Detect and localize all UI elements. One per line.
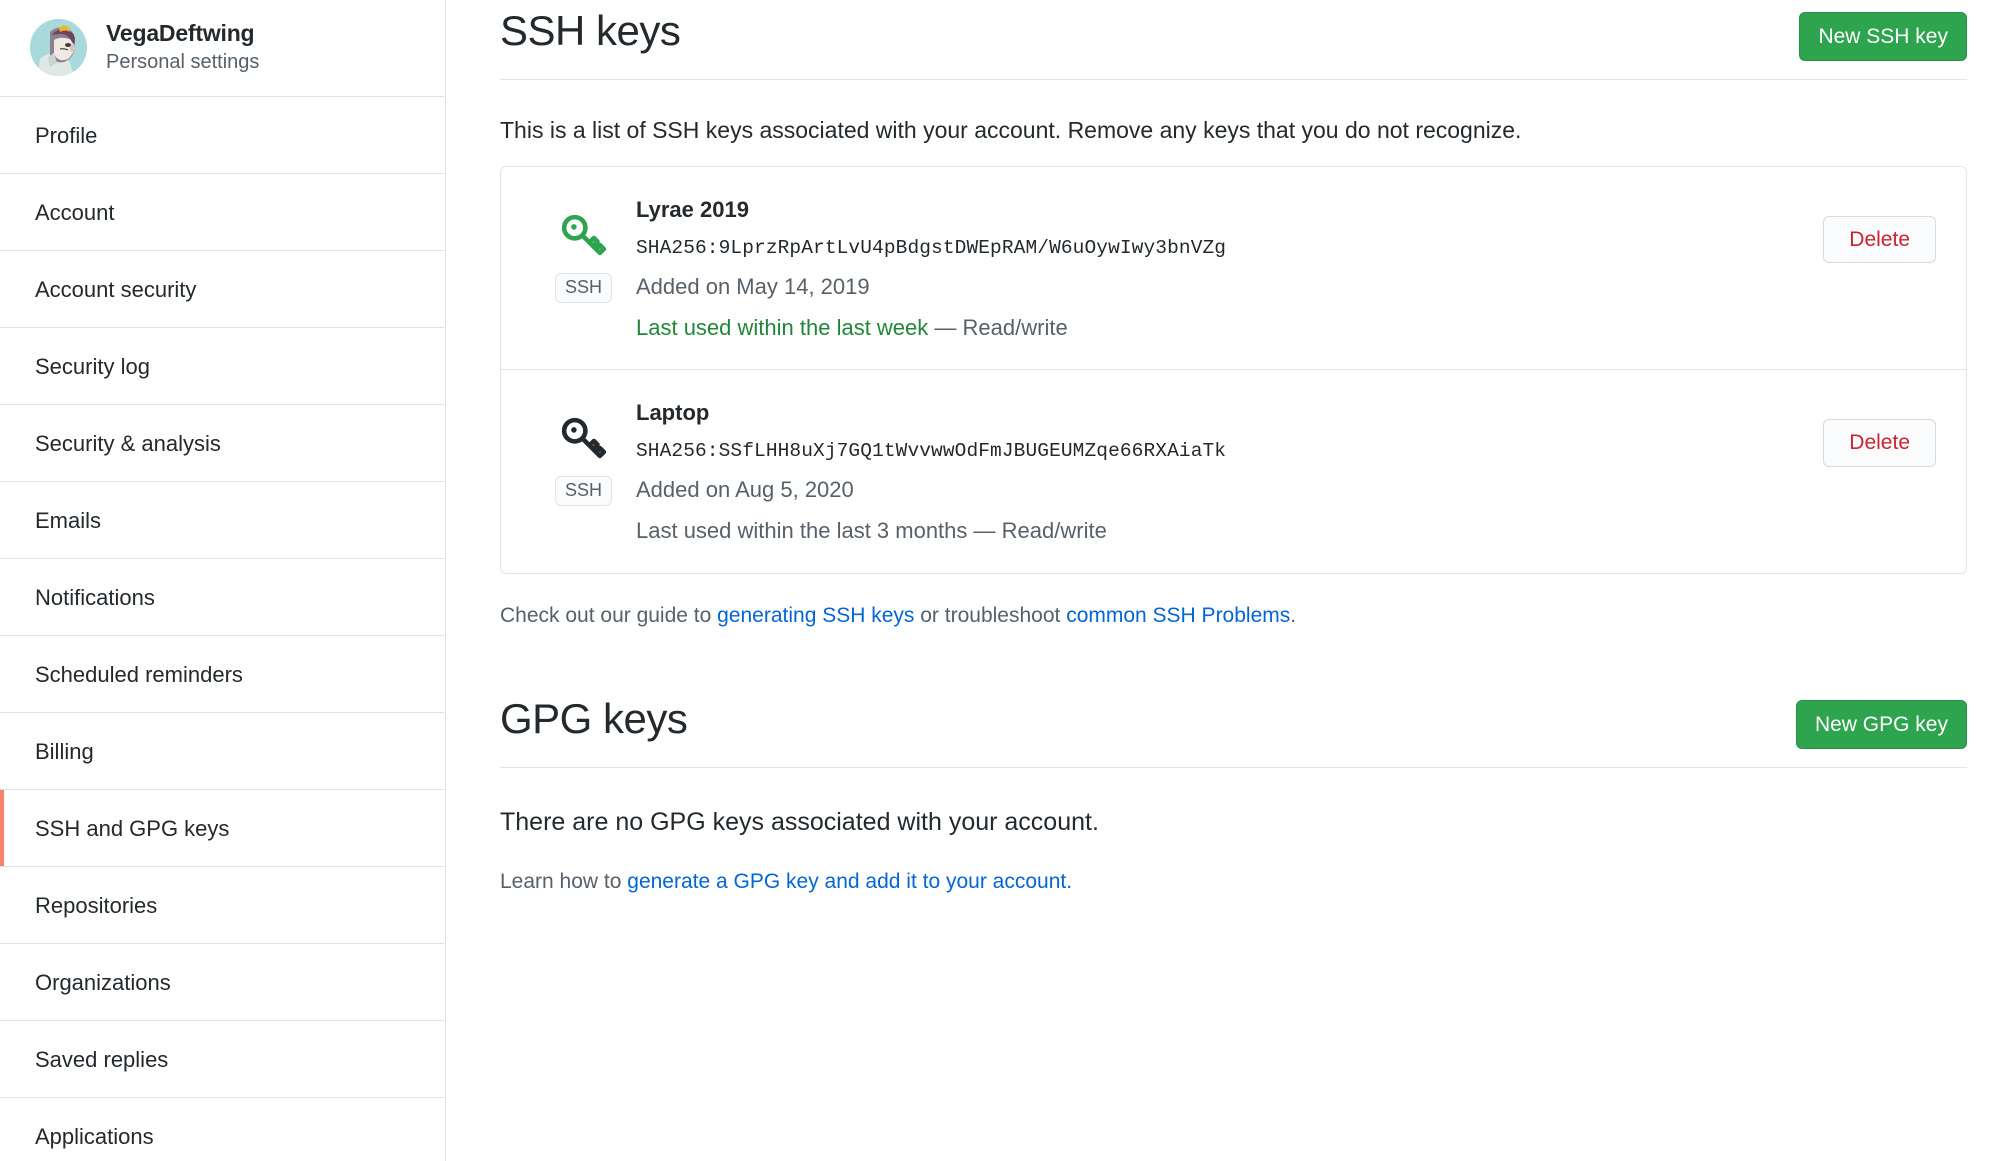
profile-subtitle: Personal settings xyxy=(106,51,260,74)
avatar[interactable] xyxy=(30,18,87,76)
ssh-key-actions: Delete xyxy=(1803,397,1936,467)
ssh-help-text: Check out our guide to generating SSH ke… xyxy=(500,601,1967,630)
sidebar-item-repositories[interactable]: Repositories xyxy=(0,867,445,944)
ssh-help-prefix: Check out our guide to xyxy=(500,603,718,627)
settings-page: VegaDeftwing Personal settings Profile A… xyxy=(0,0,1997,1161)
sidebar-item-emails[interactable]: Emails xyxy=(0,482,445,559)
ssh-key-title: Laptop xyxy=(636,400,710,426)
ssh-keys-description: This is a list of SSH keys associated wi… xyxy=(500,117,1522,144)
sidebar-item-account[interactable]: Account xyxy=(0,174,445,251)
ssh-key-last-used: Last used within the last 3 months xyxy=(636,517,968,543)
ssh-keys-list: SSH Lyrae 2019 SHA256:9LprzRpArtLvU4pBdg… xyxy=(500,166,1967,574)
main-content: SSH keys New SSH key This is a list of S… xyxy=(446,0,1997,1161)
generating-ssh-keys-link[interactable]: generating SSH keys xyxy=(717,604,914,627)
gpg-learn-prefix: Learn how to xyxy=(500,869,628,893)
sidebar-item-billing[interactable]: Billing xyxy=(0,713,445,790)
gpg-keys-header: GPG keys New GPG key xyxy=(500,651,1967,769)
ssh-key-added-date: Added on Aug 5, 2020 xyxy=(636,477,854,503)
sidebar-item-ssh-and-gpg-keys[interactable]: SSH and GPG keys xyxy=(0,790,445,867)
new-ssh-key-button[interactable]: New SSH key xyxy=(1799,12,1967,62)
sidebar-item-notifications[interactable]: Notifications xyxy=(0,559,445,636)
profile-name: VegaDeftwing xyxy=(106,19,255,46)
ssh-help-middle: or troubleshoot xyxy=(914,603,1067,627)
key-icon xyxy=(561,215,606,256)
sidebar-item-security-and-analysis[interactable]: Security & analysis xyxy=(0,405,445,482)
common-ssh-problems-link[interactable]: common SSH Problems xyxy=(1066,604,1290,627)
ssh-help-suffix: . xyxy=(1290,603,1297,627)
ssh-key-fingerprint: SHA256:9LprzRpArtLvU4pBdgstDWEpRAM/W6uOy… xyxy=(636,236,1227,259)
sidebar-item-profile[interactable]: Profile xyxy=(0,97,445,174)
ssh-key-usage: Last used within the last week — Read/wr… xyxy=(636,314,1803,343)
ssh-key-info: Laptop SHA256:SSfLHH8uXj7GQ1tWvvwwOdFmJB… xyxy=(636,397,1803,545)
ssh-keys-header: SSH keys New SSH key xyxy=(500,0,1967,81)
ssh-key-icon-column: SSH xyxy=(531,194,636,303)
gpg-section-title: GPG keys xyxy=(500,694,688,742)
page-title: SSH keys xyxy=(500,7,681,54)
ssh-key-added-date: Added on May 14, 2019 xyxy=(636,274,870,300)
ssh-key-row: SSH Laptop SHA256:SSfLHH8uXj7GQ1tWvvwwOd… xyxy=(501,369,1966,572)
delete-ssh-key-button[interactable]: Delete xyxy=(1823,216,1936,264)
ssh-key-actions: Delete xyxy=(1803,194,1936,264)
sidebar-item-scheduled-reminders[interactable]: Scheduled reminders xyxy=(0,636,445,713)
ssh-key-info: Lyrae 2019 SHA256:9LprzRpArtLvU4pBdgstDW… xyxy=(636,194,1803,342)
ssh-key-permission: — Read/write xyxy=(934,314,1068,340)
sidebar-item-security-log[interactable]: Security log xyxy=(0,328,445,405)
ssh-key-row: SSH Lyrae 2019 SHA256:9LprzRpArtLvU4pBdg… xyxy=(501,167,1966,369)
ssh-key-usage: Last used within the last 3 months — Rea… xyxy=(636,517,1803,546)
delete-ssh-key-button[interactable]: Delete xyxy=(1823,419,1936,467)
settings-sidebar: VegaDeftwing Personal settings Profile A… xyxy=(0,0,446,1161)
generate-gpg-key-link[interactable]: generate a GPG key and add it to your ac… xyxy=(627,870,1072,893)
profile-header[interactable]: VegaDeftwing Personal settings xyxy=(0,0,445,97)
gpg-empty-message: There are no GPG keys associated with yo… xyxy=(500,808,1099,837)
sidebar-item-account-security[interactable]: Account security xyxy=(0,251,445,328)
ssh-key-title: Lyrae 2019 xyxy=(636,197,749,223)
user-avatar-image xyxy=(30,18,87,76)
ssh-badge: SSH xyxy=(554,476,612,506)
new-gpg-key-button[interactable]: New GPG key xyxy=(1795,699,1967,750)
ssh-key-fingerprint: SHA256:SSfLHH8uXj7GQ1tWvvwwOdFmJBUGEUMZq… xyxy=(636,440,1227,462)
sidebar-item-organizations[interactable]: Organizations xyxy=(0,944,445,1021)
sidebar-item-saved-replies[interactable]: Saved replies xyxy=(0,1021,445,1098)
sidebar-item-applications[interactable]: Applications xyxy=(0,1098,445,1161)
gpg-learn-text: Learn how to generate a GPG key and add … xyxy=(500,867,1967,896)
ssh-badge: SSH xyxy=(554,273,612,303)
ssh-key-last-used: Last used within the last week xyxy=(636,314,929,340)
ssh-key-icon-column: SSH xyxy=(531,397,636,506)
key-icon xyxy=(561,418,606,459)
ssh-key-permission: — Read/write xyxy=(973,517,1107,543)
